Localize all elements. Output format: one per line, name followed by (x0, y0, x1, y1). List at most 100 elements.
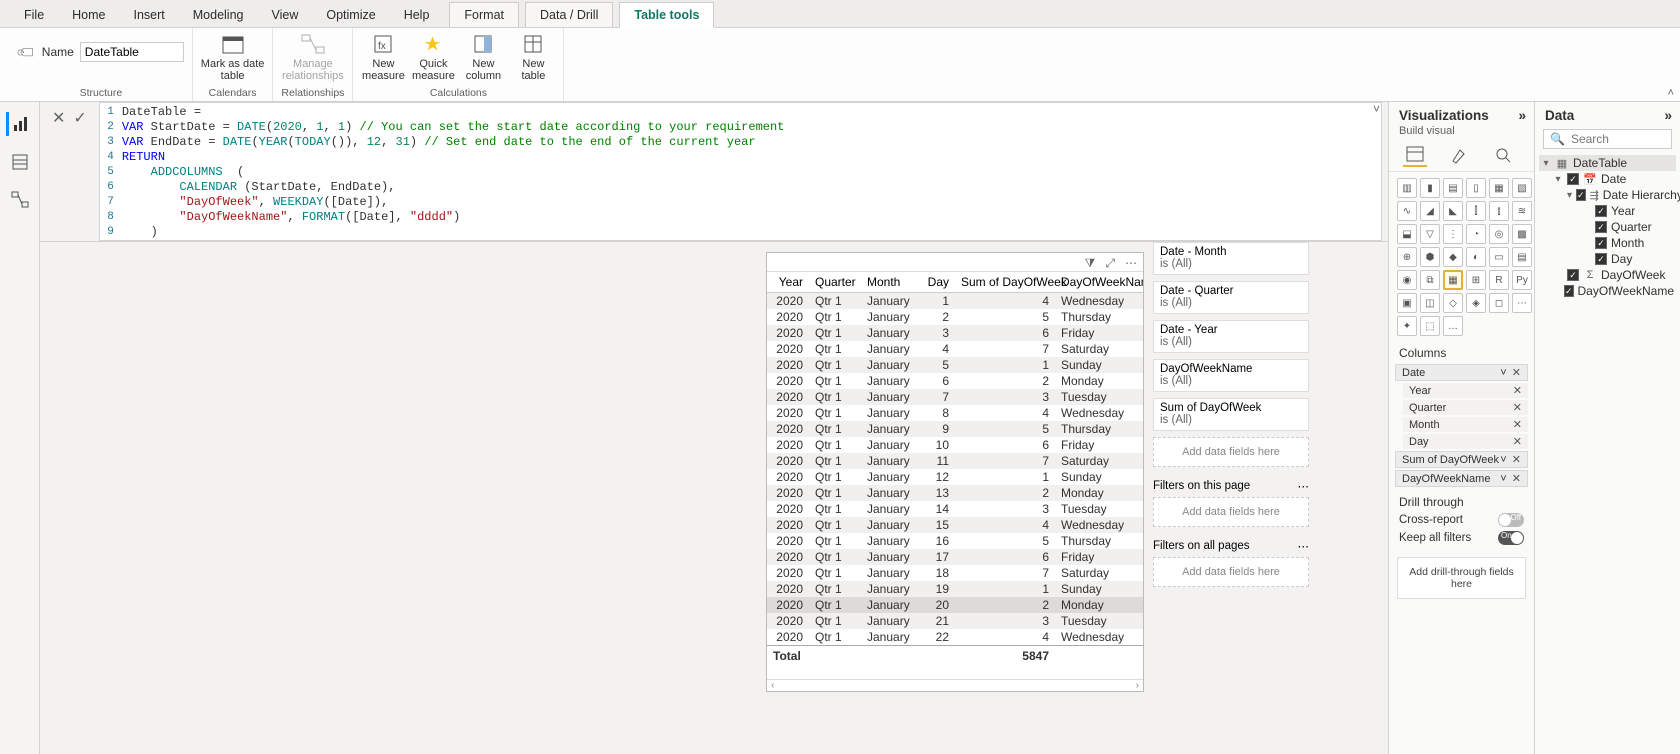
viz-py-script-icon[interactable]: Py (1512, 270, 1532, 290)
formula-cancel-icon[interactable]: ✕ (52, 108, 65, 128)
model-view-icon[interactable] (8, 188, 32, 212)
field-search-input[interactable]: 🔍 Search (1543, 129, 1672, 149)
tree-node[interactable]: ✓Day (1539, 251, 1676, 267)
field-checkbox[interactable]: ✓ (1595, 237, 1607, 249)
new-table-button[interactable]: New table (511, 30, 555, 82)
mark-as-date-table-button[interactable]: Mark as date table (201, 30, 265, 82)
viz-treemap-icon[interactable]: ▩ (1512, 224, 1532, 244)
collapse-data-pane-icon[interactable]: » (1664, 108, 1672, 123)
field-checkbox[interactable]: ✓ (1567, 269, 1579, 281)
viz-funnel-icon[interactable]: ▽ (1420, 224, 1440, 244)
tree-node[interactable]: ✓Year (1539, 203, 1676, 219)
field-subslot[interactable]: Quarter✕ (1403, 400, 1528, 415)
table-visual[interactable]: ⧩ ⤢ ⋯ YearQuarterMonthDaySum of DayOfWee… (766, 252, 1144, 692)
table-row[interactable]: 2020Qtr 1January51Sunday (767, 357, 1143, 373)
viz-stacked-bar-icon[interactable]: ▥ (1397, 178, 1417, 198)
chevron-down-icon[interactable]: ˅ (1500, 454, 1506, 466)
menu-tab-help[interactable]: Help (390, 3, 444, 27)
viz-kpi-icon[interactable]: ◉ (1397, 270, 1417, 290)
viz-filled-map-icon[interactable]: ⬢ (1420, 247, 1440, 267)
more-options-icon[interactable]: ⋯ (1125, 256, 1137, 270)
table-row[interactable]: 2020Qtr 1January106Friday (767, 437, 1143, 453)
menu-tab-modeling[interactable]: Modeling (179, 3, 258, 27)
viz-100-stacked-column-icon[interactable]: ▧ (1512, 178, 1532, 198)
format-tab-icon[interactable] (1447, 143, 1471, 167)
viz-line-icon[interactable]: ∿ (1397, 201, 1417, 221)
remove-field-icon[interactable]: ✕ (1511, 384, 1524, 397)
viz-qa-icon[interactable]: ◇ (1443, 293, 1463, 313)
menu-tab-table-tools[interactable]: Table tools (619, 2, 714, 28)
viz-table-icon[interactable]: ▦ (1443, 270, 1463, 290)
tree-node[interactable]: ▾✓⇶Date Hierarchy (1539, 187, 1676, 203)
chevron-icon[interactable]: ▾ (1541, 158, 1551, 169)
focus-mode-icon[interactable]: ⤢ (1105, 256, 1115, 271)
viz-clustered-bar-icon[interactable]: ▤ (1443, 178, 1463, 198)
viz-decomposition-icon[interactable]: ◫ (1420, 293, 1440, 313)
cross-report-toggle[interactable]: Off (1498, 513, 1524, 527)
collapse-ribbon-icon[interactable]: ˄ (1668, 87, 1674, 99)
table-header-row[interactable]: YearQuarterMonthDaySum of DayOfWeekDayOf… (767, 272, 1143, 293)
menu-tab-insert[interactable]: Insert (120, 3, 179, 27)
table-row[interactable]: 2020Qtr 1January14Wednesday (767, 293, 1143, 310)
menu-tab-optimize[interactable]: Optimize (312, 3, 389, 27)
viz-line-stacked-column-icon[interactable]: ⫿ (1466, 201, 1486, 221)
tree-node[interactable]: ✓Month (1539, 235, 1676, 251)
field-checkbox[interactable]: ✓ (1595, 205, 1607, 217)
col-month[interactable]: Month (861, 272, 919, 293)
field-subslot[interactable]: Day✕ (1403, 434, 1528, 449)
tree-node[interactable]: ✓Quarter (1539, 219, 1676, 235)
filter-card[interactable]: Sum of DayOfWeekis (All) (1153, 398, 1309, 431)
field-checkbox[interactable]: ✓ (1564, 285, 1574, 297)
analytics-tab-icon[interactable] (1491, 143, 1515, 167)
table-row[interactable]: 2020Qtr 1January154Wednesday (767, 517, 1143, 533)
col-quarter[interactable]: Quarter (809, 272, 861, 293)
chevron-down-icon[interactable]: ˅ (1500, 367, 1506, 379)
formula-commit-icon[interactable]: ✓ (73, 108, 86, 128)
filter-icon[interactable]: ⧩ (1085, 256, 1096, 271)
viz-gauge-icon[interactable]: ◐ (1466, 247, 1486, 267)
table-row[interactable]: 2020Qtr 1January224Wednesday (767, 629, 1143, 646)
filter-drop-well[interactable]: Add data fields here (1153, 557, 1309, 587)
build-fields-tab-icon[interactable] (1403, 143, 1427, 167)
col-dayofweekname[interactable]: DayOfWeekName ˄ (1055, 272, 1143, 293)
viz-power-apps-icon[interactable]: ⬚ (1420, 316, 1440, 336)
viz-r-script-icon[interactable]: R (1489, 270, 1509, 290)
table-row[interactable]: 2020Qtr 1January117Saturday (767, 453, 1143, 469)
new-column-button[interactable]: New column (461, 30, 505, 82)
filter-card[interactable]: Date - Yearis (All) (1153, 320, 1309, 353)
filter-drop-well[interactable]: Add data fields here (1153, 497, 1309, 527)
filter-card[interactable]: Date - Monthis (All) (1153, 242, 1309, 275)
table-row[interactable]: 2020Qtr 1January25Thursday (767, 309, 1143, 325)
tree-node[interactable]: ✓DayOfWeekName (1539, 283, 1676, 299)
table-row[interactable]: 2020Qtr 1January73Tuesday (767, 389, 1143, 405)
remove-field-icon[interactable]: ✕ (1510, 473, 1523, 485)
quick-measure-button[interactable]: Quick measure (411, 30, 455, 82)
viz-donut-icon[interactable]: ◎ (1489, 224, 1509, 244)
remove-field-icon[interactable]: ✕ (1511, 418, 1524, 431)
col-day[interactable]: Day (919, 272, 955, 293)
chevron-icon[interactable]: ▾ (1567, 190, 1572, 201)
col-sum-of-dayofweek[interactable]: Sum of DayOfWeek (955, 272, 1055, 293)
viz-arcgis-icon[interactable]: ✦ (1397, 316, 1417, 336)
table-row[interactable]: 2020Qtr 1January132Monday (767, 485, 1143, 501)
menu-tab-home[interactable]: Home (58, 3, 119, 27)
viz-slicer-icon[interactable]: ⧉ (1420, 270, 1440, 290)
more-icon[interactable]: ⋯ (1298, 479, 1310, 493)
expand-formula-icon[interactable]: ˅ (1373, 102, 1380, 116)
viz-scatter-icon[interactable]: ⋮ (1443, 224, 1463, 244)
table-row[interactable]: 2020Qtr 1January176Friday (767, 549, 1143, 565)
viz-multi-row-card-icon[interactable]: ▤ (1512, 247, 1532, 267)
viz-stacked-area-icon[interactable]: ◣ (1443, 201, 1463, 221)
field-slot[interactable]: Date˅ ✕ (1395, 364, 1528, 381)
field-checkbox[interactable]: ✓ (1576, 189, 1586, 201)
field-subslot[interactable]: Month✕ (1403, 417, 1528, 432)
table-row[interactable]: 2020Qtr 1January121Sunday (767, 469, 1143, 485)
viz-100-stacked-bar-icon[interactable]: ▦ (1489, 178, 1509, 198)
viz-matrix-icon[interactable]: ⊞ (1466, 270, 1486, 290)
table-row[interactable]: 2020Qtr 1January62Monday (767, 373, 1143, 389)
menu-tab-file[interactable]: File (10, 3, 58, 27)
remove-field-icon[interactable]: ✕ (1511, 435, 1524, 448)
viz-azure-map-icon[interactable]: ◆ (1443, 247, 1463, 267)
dax-editor[interactable]: 1 2 3 4 5 6 7 8 9 DateTable = VAR StartD… (99, 102, 1382, 241)
table-row[interactable]: 2020Qtr 1January143Tuesday (767, 501, 1143, 517)
